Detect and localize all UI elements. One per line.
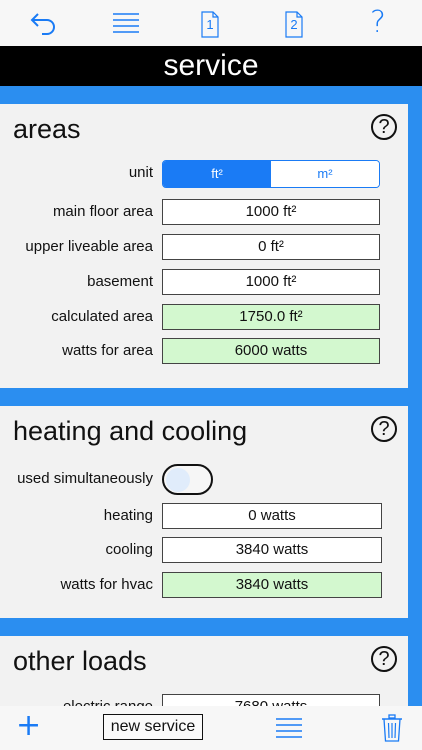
main-floor-input[interactable]: 1000 ft² bbox=[162, 199, 380, 225]
watts-for-hvac-value: 3840 watts bbox=[162, 572, 382, 598]
page-2-label: 2 bbox=[290, 17, 298, 32]
menu-lines-icon bbox=[113, 13, 139, 33]
scroll-content[interactable]: areas ? unit ft² m² main floor area 1000… bbox=[0, 86, 422, 706]
add-icon[interactable]: + bbox=[16, 711, 41, 741]
page-2-button[interactable]: 2 bbox=[276, 6, 312, 40]
undo-arrow-icon bbox=[30, 13, 55, 35]
top-toolbar: 1 2 ? bbox=[0, 0, 422, 46]
electric-range-row: electric range 7680 watts bbox=[0, 694, 408, 706]
watts-for-area-value: 6000 watts bbox=[162, 338, 380, 364]
watts-for-area-label: watts for area bbox=[62, 342, 153, 359]
heating-row: heating 0 watts bbox=[0, 503, 408, 529]
upper-area-input[interactable]: 0 ft² bbox=[162, 234, 380, 260]
simultaneous-toggle[interactable] bbox=[162, 464, 213, 495]
undo-button[interactable] bbox=[25, 6, 61, 40]
bottom-toolbar: + new service bbox=[0, 706, 422, 750]
basement-label: basement bbox=[87, 273, 153, 290]
watts-for-hvac-label: watts for hvac bbox=[60, 576, 153, 593]
other-loads-help-button[interactable]: ? bbox=[371, 646, 397, 672]
electric-range-input[interactable]: 7680 watts bbox=[162, 694, 380, 706]
cooling-label: cooling bbox=[105, 541, 153, 558]
basement-input[interactable]: 1000 ft² bbox=[162, 269, 380, 295]
other-loads-card: other loads ? electric range 7680 watts bbox=[0, 636, 408, 706]
unit-option-m2[interactable]: m² bbox=[271, 161, 379, 187]
toggle-knob bbox=[166, 468, 190, 492]
upper-area-row: upper liveable area 0 ft² bbox=[0, 234, 408, 260]
page-1-label: 1 bbox=[206, 17, 214, 32]
trash-icon bbox=[382, 714, 402, 742]
calculated-area-row: calculated area 1750.0 ft² bbox=[0, 304, 408, 330]
page-title: service bbox=[0, 46, 422, 86]
unit-option-ft2[interactable]: ft² bbox=[163, 161, 271, 187]
list-button[interactable] bbox=[276, 716, 302, 745]
areas-title: areas bbox=[13, 114, 81, 144]
cooling-row: cooling 3840 watts bbox=[0, 537, 408, 563]
cooling-input[interactable]: 3840 watts bbox=[162, 537, 382, 563]
heating-input[interactable]: 0 watts bbox=[162, 503, 382, 529]
basement-row: basement 1000 ft² bbox=[0, 269, 408, 295]
electric-range-label: electric range bbox=[63, 698, 153, 706]
simultaneous-label: used simultaneously bbox=[17, 470, 153, 487]
areas-help-button[interactable]: ? bbox=[371, 114, 397, 140]
list-icon bbox=[276, 718, 302, 738]
heating-label: heating bbox=[103, 507, 153, 524]
calculated-area-label: calculated area bbox=[51, 308, 153, 325]
unit-label: unit bbox=[128, 164, 153, 181]
unit-segmented-control[interactable]: ft² m² bbox=[162, 160, 380, 188]
hvac-title: heating and cooling bbox=[13, 416, 248, 446]
watts-for-area-row: watts for area 6000 watts bbox=[0, 338, 408, 364]
help-button[interactable]: ? bbox=[360, 6, 396, 40]
new-service-button[interactable]: new service bbox=[103, 714, 203, 740]
other-loads-title: other loads bbox=[13, 646, 147, 676]
hvac-card: heating and cooling ? used simultaneousl… bbox=[0, 406, 408, 618]
watts-for-hvac-row: watts for hvac 3840 watts bbox=[0, 572, 408, 598]
trash-button[interactable] bbox=[381, 714, 403, 747]
main-floor-row: main floor area 1000 ft² bbox=[0, 199, 408, 225]
page-1-icon: 1 bbox=[201, 8, 219, 38]
areas-card: areas ? unit ft² m² main floor area 1000… bbox=[0, 104, 408, 388]
unit-row: unit ft² m² bbox=[0, 160, 408, 188]
calculated-area-value: 1750.0 ft² bbox=[162, 304, 380, 330]
upper-area-label: upper liveable area bbox=[25, 238, 153, 255]
simultaneous-row: used simultaneously bbox=[0, 464, 408, 495]
menu-button[interactable] bbox=[108, 6, 144, 40]
main-floor-label: main floor area bbox=[52, 203, 153, 220]
page-2-icon: 2 bbox=[285, 8, 303, 38]
hvac-help-button[interactable]: ? bbox=[371, 416, 397, 442]
help-icon: ? bbox=[370, 5, 386, 40]
page-1-button[interactable]: 1 bbox=[192, 6, 228, 40]
